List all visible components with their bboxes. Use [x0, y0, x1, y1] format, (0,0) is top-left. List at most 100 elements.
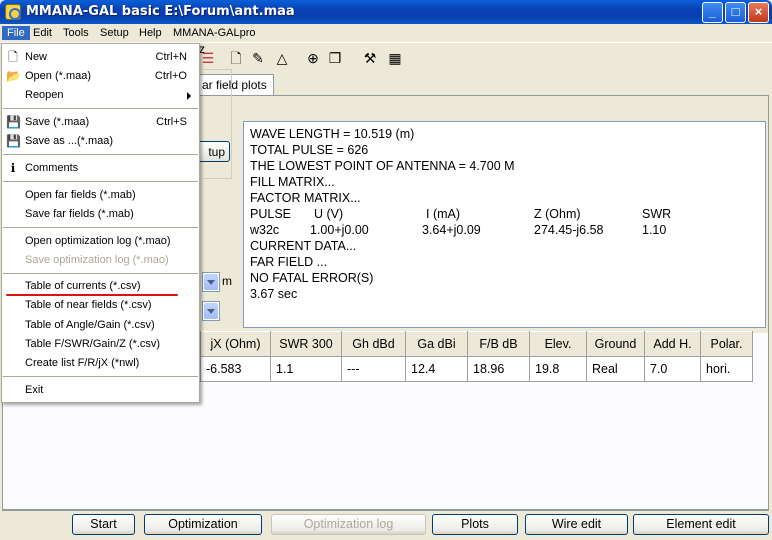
menu-item-label: Open optimization log (*.mao) — [25, 235, 171, 247]
menu-item-save[interactable]: 💾 Save (*.maa) Ctrl+S — [2, 113, 199, 132]
results-header[interactable]: Ground — [586, 331, 645, 357]
output-line: WAVE LENGTH = 10.519 (m) — [250, 127, 415, 141]
copy-icon[interactable]: ❐ — [327, 50, 343, 66]
menu-separator — [3, 273, 198, 274]
calculator-icon[interactable]: ▦ — [387, 50, 403, 66]
menu-item-label: Save far fields (*.mab) — [25, 208, 134, 220]
floppy-disk-icon: 💾 — [6, 115, 21, 129]
results-header[interactable]: SWR 300 — [270, 331, 342, 357]
height-dropdown[interactable] — [202, 272, 220, 292]
results-cell[interactable]: 18.96 — [467, 356, 530, 382]
menu-item-new[interactable]: 🗋 New Ctrl+N — [2, 48, 199, 67]
impedance-header: Z (Ohm) — [534, 207, 581, 221]
triangle-icon[interactable]: △ — [274, 50, 290, 66]
menu-setup[interactable]: Setup — [95, 26, 134, 40]
results-header[interactable]: F/B dB — [467, 331, 530, 357]
element-edit-button[interactable]: Element edit — [633, 514, 769, 535]
results-cell[interactable]: hori. — [700, 356, 753, 382]
menu-item-label: Save (*.maa) — [25, 116, 90, 128]
close-button[interactable]: × — [748, 2, 769, 23]
menu-item-save-as[interactable]: 💾 Save as ...(*.maa) — [2, 132, 199, 151]
menu-file[interactable]: File — [2, 26, 30, 40]
pulse-value-row: w32c 1.00+j0.00 3.64+j0.09 274.45-j6.58 … — [250, 222, 759, 238]
results-header[interactable]: Add H. — [644, 331, 701, 357]
ground-dropdown[interactable] — [202, 301, 220, 321]
menu-item-label: Table F/SWR/Gain/Z (*.csv) — [25, 338, 161, 350]
menu-tools[interactable]: Tools — [58, 26, 94, 40]
menu-mmana-galpro[interactable]: MMANA-GALpro — [168, 26, 261, 40]
calculation-output: WAVE LENGTH = 10.519 (m) TOTAL PULSE = 6… — [243, 121, 766, 328]
menu-help[interactable]: Help — [134, 26, 167, 40]
menu-item-label: Table of currents (*.csv) — [25, 280, 141, 292]
output-line: 3.67 sec — [250, 287, 298, 301]
wire-edit-button[interactable]: Wire edit — [525, 514, 628, 535]
page-icon[interactable]: 🗋 — [228, 50, 244, 66]
output-line: FACTOR MATRIX... — [250, 191, 361, 205]
menu-item-label: Open far fields (*.mab) — [25, 189, 136, 201]
swr-value: 1.10 — [642, 223, 667, 237]
results-header[interactable]: Gh dBd — [341, 331, 406, 357]
results-cell[interactable]: --- — [341, 356, 406, 382]
menu-separator — [3, 108, 198, 109]
voltage-header: U (V) — [314, 207, 344, 221]
menu-item-table-f-swr-gain-z[interactable]: Table F/SWR/Gain/Z (*.csv) — [2, 335, 199, 354]
optimization-log-button[interactable]: Optimization log — [271, 514, 426, 535]
results-cell[interactable]: -6.583 — [200, 356, 271, 382]
menu-item-open-optimization-log[interactable]: Open optimization log (*.mao) — [2, 232, 199, 251]
pulse-header: PULSE — [250, 207, 291, 221]
results-cell[interactable]: 12.4 — [405, 356, 468, 382]
menu-item-open-far-fields[interactable]: Open far fields (*.mab) — [2, 186, 199, 205]
menu-item-table-of-near-fields[interactable]: Table of near fields (*.csv) — [2, 296, 199, 315]
menu-item-comments[interactable]: ℹ Comments — [2, 159, 199, 178]
results-header[interactable]: jX (Ohm) — [200, 331, 271, 357]
menu-item-label: Save as ...(*.maa) — [25, 135, 114, 147]
output-line: THE LOWEST POINT OF ANTENNA = 4.700 M — [250, 159, 515, 173]
optimization-button[interactable]: Optimization — [144, 514, 262, 535]
menu-item-exit[interactable]: Exit — [2, 381, 199, 400]
menu-item-label: Table of near fields (*.csv) — [25, 299, 152, 311]
output-line: TOTAL PULSE = 626 — [250, 143, 369, 157]
start-button[interactable]: Start — [72, 514, 135, 535]
menu-item-save-far-fields[interactable]: Save far fields (*.mab) — [2, 205, 199, 224]
pulse-header-row: PULSE U (V) I (mA) Z (Ohm) SWR — [250, 206, 759, 222]
results-header[interactable]: Polar. — [700, 331, 753, 357]
menu-item-save-optimization-log[interactable]: Save optimization log (*.mao) — [2, 251, 199, 270]
plots-button[interactable]: Plots — [432, 514, 518, 535]
red-underline-annotation — [6, 294, 178, 296]
output-line: FILL MATRIX... — [250, 175, 335, 189]
menu-item-label: Create list F/R/jX (*nwl) — [25, 357, 140, 369]
menu-item-label: Comments — [25, 162, 79, 174]
menu-item-open[interactable]: 📂 Open (*.maa) Ctrl+O — [2, 67, 199, 86]
menu-item-shortcut: Ctrl+O — [154, 70, 187, 82]
results-cell[interactable]: 1.1 — [270, 356, 342, 382]
results-header[interactable]: Ga dBi — [405, 331, 468, 357]
results-header[interactable]: Elev. — [529, 331, 587, 357]
menu-item-label: Table of Angle/Gain (*.csv) — [25, 319, 155, 331]
meters-label: m — [222, 274, 232, 288]
menu-separator — [3, 376, 198, 377]
menu-item-reopen[interactable]: Reopen — [2, 86, 199, 105]
menu-item-shortcut: Ctrl+S — [156, 116, 187, 128]
menu-separator — [3, 227, 198, 228]
edit-icon[interactable]: ✎ — [250, 50, 266, 66]
voltage-value: 1.00+j0.00 — [310, 223, 369, 237]
impedance-value: 274.45-j6.58 — [534, 223, 604, 237]
crosshair-icon[interactable]: ⊕ — [305, 50, 321, 66]
current-value: 3.64+j0.09 — [422, 223, 481, 237]
output-line: FAR FIELD ... — [250, 255, 328, 269]
current-header: I (mA) — [426, 207, 461, 221]
results-cell[interactable]: 7.0 — [644, 356, 701, 382]
menu-item-table-angle-gain[interactable]: Table of Angle/Gain (*.csv) — [2, 316, 199, 335]
app-icon — [5, 4, 21, 20]
menu-edit[interactable]: Edit — [28, 26, 57, 40]
results-cell[interactable]: 19.8 — [529, 356, 587, 382]
title-bar: MMANA-GAL basic E:\Forum\ant.maa _ □ × — [0, 0, 772, 24]
pulse-value: w32c — [250, 223, 280, 237]
results-cell[interactable]: Real — [586, 356, 645, 382]
tools-icon[interactable]: ⚒ — [362, 50, 378, 66]
menu-separator — [3, 154, 198, 155]
menu-item-create-list[interactable]: Create list F/R/jX (*nwl) — [2, 354, 199, 373]
maximize-button[interactable]: □ — [725, 2, 746, 23]
minimize-button[interactable]: _ — [702, 2, 723, 23]
floppy-disk-icon: 💾 — [6, 134, 21, 148]
